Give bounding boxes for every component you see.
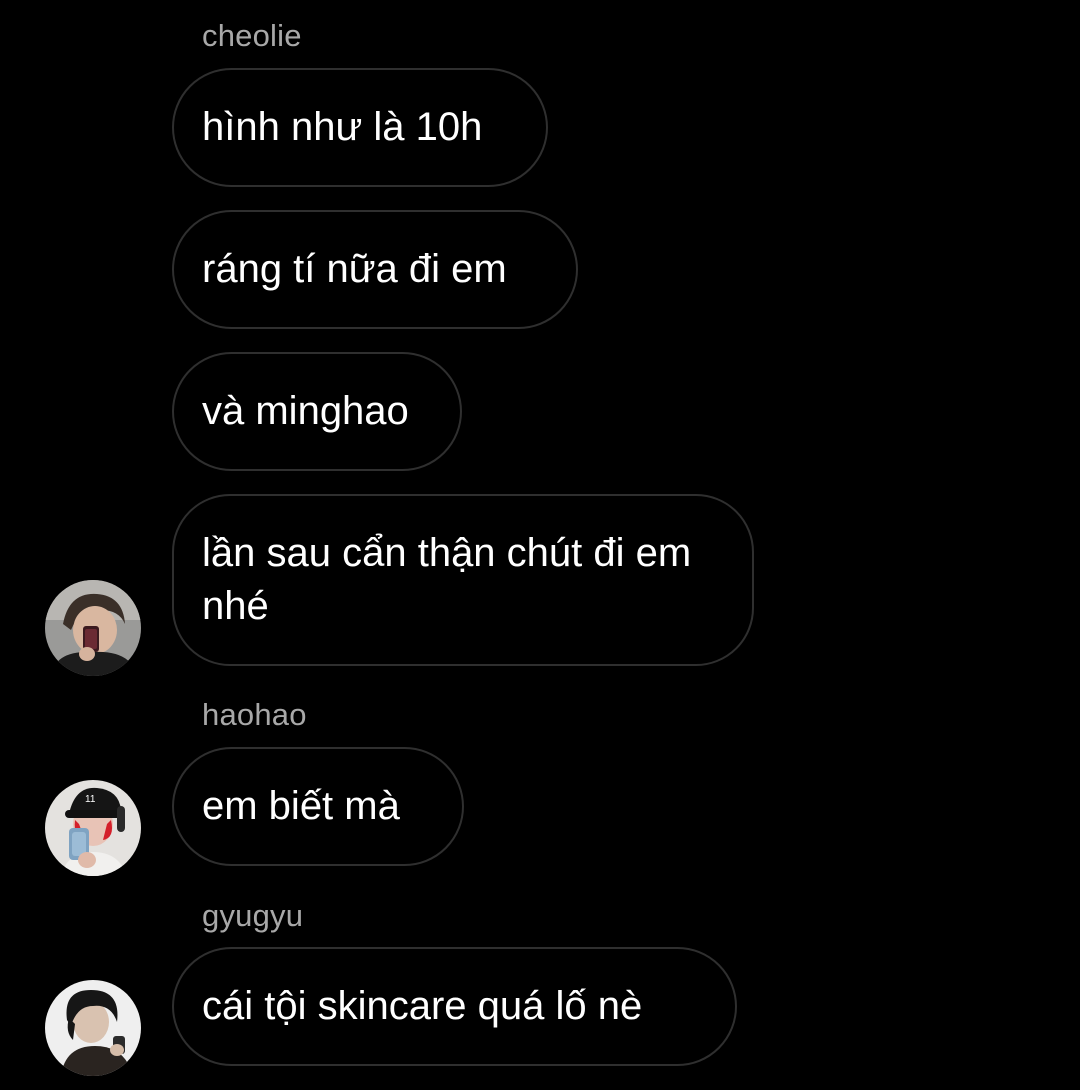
message-bubble[interactable]: ráng tí nữa đi em (172, 210, 578, 329)
user-avatar-icon: 11 (45, 780, 141, 876)
message-text: ráng tí nữa đi em (202, 247, 507, 291)
avatar-haohao[interactable]: 11 (45, 780, 141, 876)
user-avatar-icon (45, 580, 141, 676)
message-bubble[interactable]: và minghao (172, 352, 462, 471)
message-text: hình như là 10h (202, 105, 483, 149)
user-avatar-icon (45, 980, 141, 1076)
message-text: và minghao (202, 389, 409, 433)
message-text: em biết mà (202, 784, 400, 828)
message-text: lần sau cẩn thận chút đi em nhé (202, 531, 692, 628)
sender-name-gyugyu: gyugyu (202, 898, 304, 933)
chat-thread: cheolie hình như là 10h ráng tí nữa đi e… (0, 0, 1080, 1090)
message-text: cái tội skincare quá lố nè (202, 984, 643, 1028)
sender-name-haohao: haohao (202, 697, 307, 732)
message-bubble[interactable]: em biết mà (172, 747, 464, 866)
avatar-cheolie[interactable] (45, 580, 141, 676)
message-bubble[interactable]: hình như là 10h (172, 68, 548, 187)
sender-name-cheolie: cheolie (202, 18, 302, 53)
message-bubble[interactable]: cái tội skincare quá lố nè (172, 947, 737, 1066)
svg-text:11: 11 (85, 794, 96, 805)
avatar-gyugyu[interactable] (45, 980, 141, 1076)
message-bubble[interactable]: lần sau cẩn thận chút đi em nhé (172, 494, 754, 666)
